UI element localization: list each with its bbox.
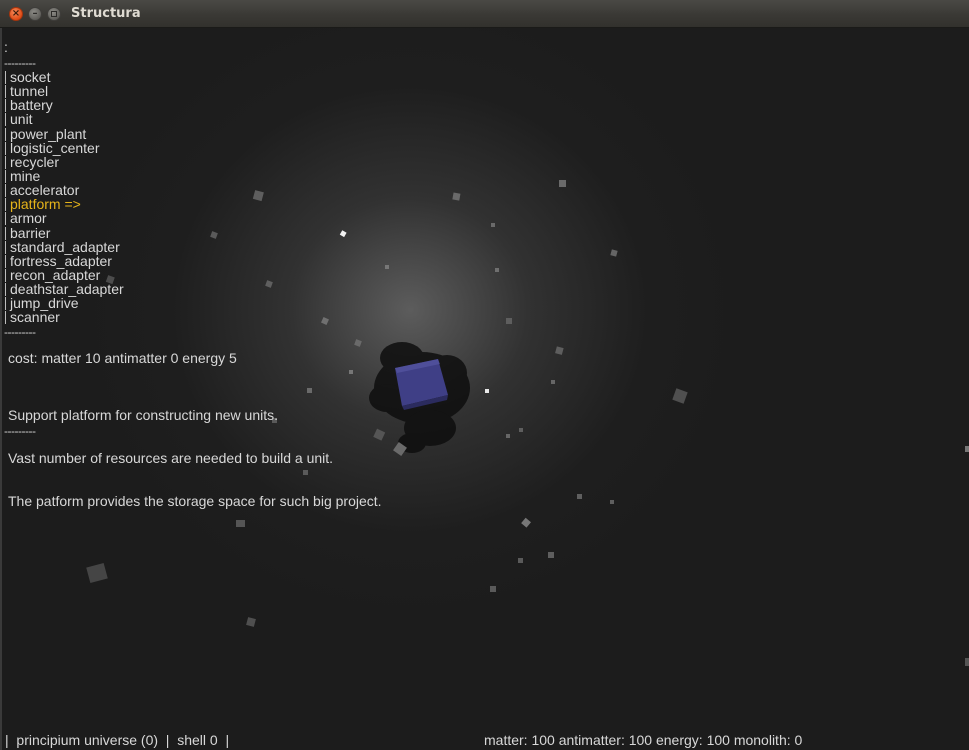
menu-item-armor[interactable]: armor	[4, 211, 124, 226]
menu-item-recon-adapter[interactable]: recon_adapter	[4, 268, 124, 283]
close-icon: ×	[11, 8, 21, 19]
menu-item-fortress-adapter[interactable]: fortress_adapter	[4, 254, 124, 268]
menu-item-platform[interactable]: platform =>	[4, 197, 124, 212]
menu-separator-bottom: ---------	[4, 424, 36, 438]
cost-text: cost: matter 10 antimatter 0 energy 5	[8, 350, 237, 366]
menu-item-unit[interactable]: unit	[4, 112, 124, 127]
menu-item-standard-adapter[interactable]: standard_adapter	[4, 240, 124, 254]
window-title: Structura	[71, 6, 141, 21]
maximize-button[interactable]	[47, 7, 61, 21]
minimize-icon: –	[32, 8, 38, 19]
maximize-icon	[51, 11, 57, 17]
game-viewport[interactable]: : --------- socket tunnel battery unit p…	[2, 28, 969, 750]
menu-item-tunnel[interactable]: tunnel	[4, 84, 124, 99]
menu-item-scanner[interactable]: scanner	[4, 310, 124, 325]
menu-item-jump-drive[interactable]: jump_drive	[4, 296, 124, 311]
command-prompt: :	[4, 39, 8, 55]
menu-item-barrier[interactable]: barrier	[4, 225, 124, 240]
menu-item-deathstar-adapter[interactable]: deathstar_adapter	[4, 282, 124, 297]
menu-separator-middle: ---------	[4, 325, 36, 339]
menu-item-recycler[interactable]: recycler	[4, 155, 124, 169]
minimize-button[interactable]: –	[28, 7, 42, 21]
close-button[interactable]: ×	[9, 7, 23, 21]
menu-item-logistic-center[interactable]: logistic_center	[4, 141, 124, 155]
description-line: Vast number of resources are needed to b…	[8, 450, 334, 466]
status-bar-left: | principium universe (0) | shell 0 |	[5, 732, 230, 748]
build-menu[interactable]: socket tunnel battery unit power_plant l…	[4, 70, 124, 325]
menu-item-battery[interactable]: battery	[4, 98, 124, 113]
menu-item-mine[interactable]: mine	[4, 169, 124, 184]
menu-item-power-plant[interactable]: power_plant	[4, 126, 124, 141]
game-window: × – Structura: --------- socket tunnel …	[0, 0, 969, 750]
item-description: Support platform for constructing new un…	[8, 380, 382, 536]
description-line: The patform provides the storage space f…	[8, 492, 382, 509]
menu-item-socket[interactable]: socket	[4, 70, 124, 85]
resource-status: matter: 100 antimatter: 100 energy: 100 …	[484, 732, 803, 748]
menu-item-accelerator[interactable]: accelerator	[4, 183, 124, 198]
title-bar: × – Structura	[0, 0, 969, 28]
description-line: Support platform for constructing new un…	[8, 407, 279, 424]
